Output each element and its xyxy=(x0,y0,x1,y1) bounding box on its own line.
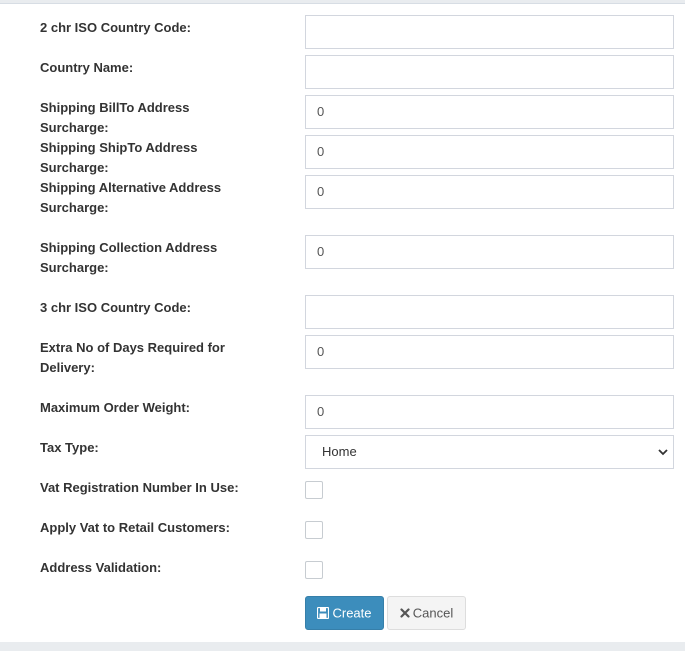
billto-surcharge-input[interactable]: 0 xyxy=(305,95,674,129)
tax-type-label: Tax Type: xyxy=(40,440,99,455)
apply-vat-retail-label: Apply Vat to Retail Customers: xyxy=(40,520,230,535)
create-button[interactable]: Create xyxy=(305,596,384,630)
alternative-surcharge-label: Shipping Alternative Address Surcharge: xyxy=(40,180,222,215)
alternative-surcharge-input[interactable]: 0 xyxy=(305,175,674,209)
times-icon xyxy=(400,607,410,618)
country-form-card: 2 chr ISO Country Code: Country Name: Sh… xyxy=(0,3,685,642)
cancel-button-label: Cancel xyxy=(412,605,454,621)
tax-type-selected-value: Home xyxy=(322,444,357,459)
max-weight-label: Maximum Order Weight: xyxy=(40,400,191,415)
max-weight-input[interactable]: 0 xyxy=(305,395,674,429)
address-validation-label: Address Validation: xyxy=(40,560,162,575)
vat-registration-label: Vat Registration Number In Use: xyxy=(40,480,239,495)
collection-surcharge-input[interactable]: 0 xyxy=(305,235,674,269)
iso2-input[interactable] xyxy=(305,15,674,49)
collection-surcharge-label: Shipping Collection Address Surcharge: xyxy=(40,240,218,275)
country-name-input[interactable] xyxy=(305,55,674,89)
country-name-label: Country Name: xyxy=(40,60,134,75)
address-validation-checkbox[interactable] xyxy=(305,561,323,579)
shipto-surcharge-input[interactable]: 0 xyxy=(305,135,674,169)
vat-registration-checkbox[interactable] xyxy=(305,481,323,499)
apply-vat-retail-checkbox[interactable] xyxy=(305,521,323,539)
shipto-surcharge-label: Shipping ShipTo Address Surcharge: xyxy=(40,140,198,175)
iso3-label: 3 chr ISO Country Code: xyxy=(40,300,191,315)
iso3-input[interactable] xyxy=(305,295,674,329)
iso2-label: 2 chr ISO Country Code: xyxy=(40,20,191,35)
extra-days-input[interactable]: 0 xyxy=(305,335,674,369)
chevron-down-icon xyxy=(658,449,668,456)
tax-type-select[interactable]: Home xyxy=(305,435,674,469)
cancel-button[interactable]: Cancel xyxy=(387,596,466,630)
create-button-label: Create xyxy=(332,605,372,621)
extra-days-label: Extra No of Days Required for Delivery: xyxy=(40,340,225,375)
save-icon xyxy=(317,606,330,619)
billto-surcharge-label: Shipping BillTo Address Surcharge: xyxy=(40,100,190,135)
